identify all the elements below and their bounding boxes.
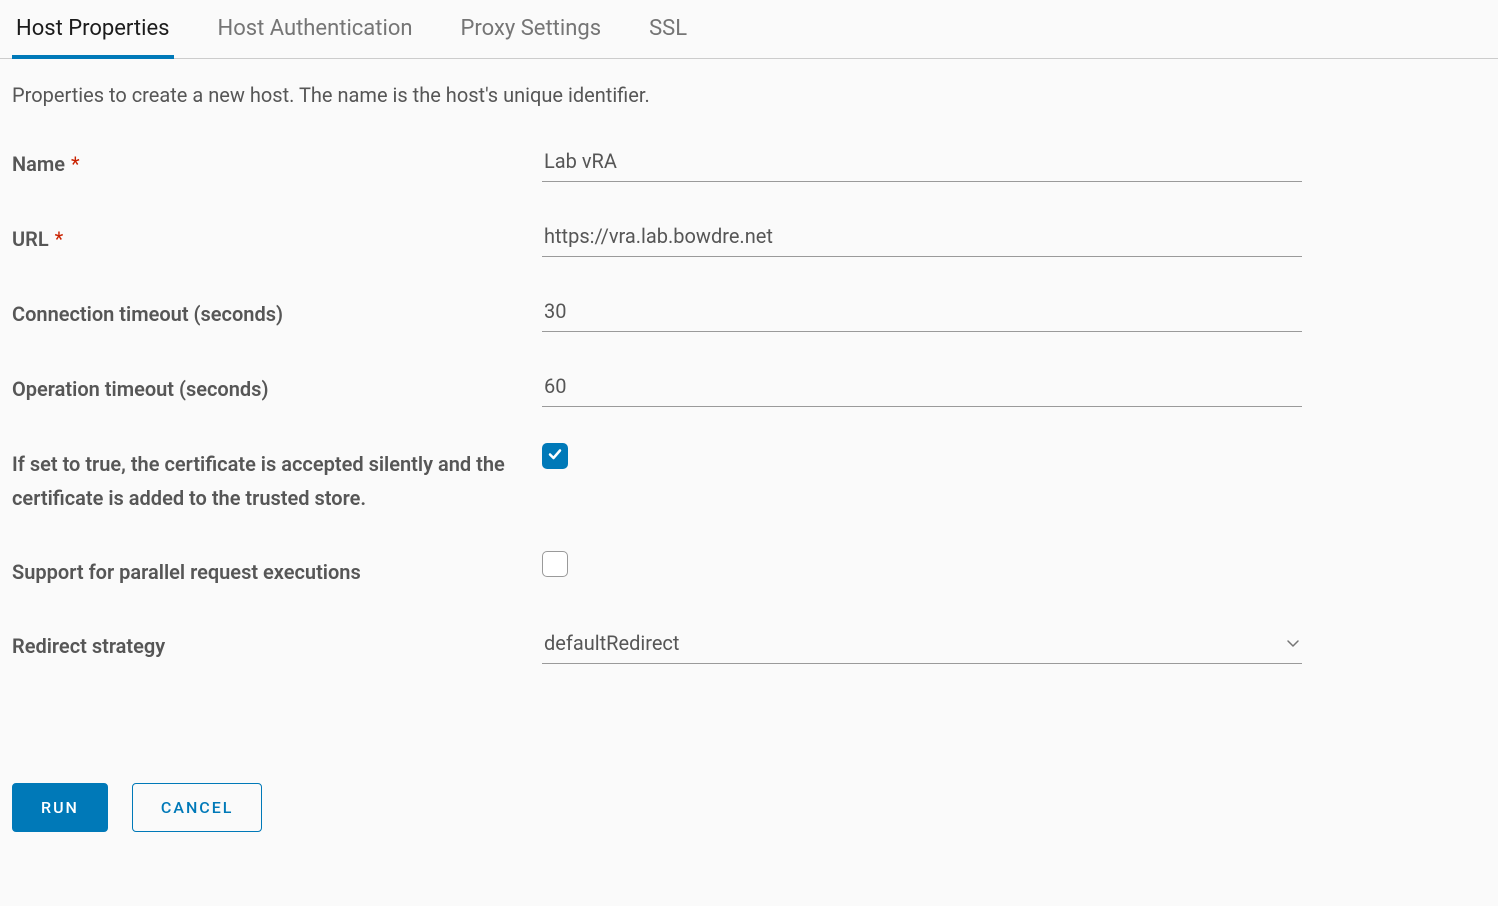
field-row-name: Name* — [12, 125, 1486, 200]
field-label-url: URL* — [12, 218, 542, 256]
field-label-operation-timeout: Operation timeout (seconds) — [12, 368, 542, 406]
field-row-connection-timeout: Connection timeout (seconds) — [12, 275, 1486, 350]
host-properties-form: Name* URL* Connection timeout (seconds) … — [0, 115, 1498, 692]
parallel-requests-checkbox[interactable] — [542, 551, 568, 577]
accept-cert-checkbox[interactable] — [542, 443, 568, 469]
operation-timeout-input[interactable] — [542, 368, 1302, 407]
field-label-connection-timeout: Connection timeout (seconds) — [12, 293, 542, 331]
field-row-parallel-requests: Support for parallel request executions — [12, 533, 1486, 607]
connection-timeout-input[interactable] — [542, 293, 1302, 332]
redirect-strategy-select[interactable]: defaultRedirect — [542, 625, 1302, 664]
page-description: Properties to create a new host. The nam… — [0, 59, 1498, 115]
field-row-redirect-strategy: Redirect strategy defaultRedirect — [12, 607, 1486, 682]
tab-bar: Host Properties Host Authentication Prox… — [0, 0, 1498, 59]
field-label-name: Name* — [12, 143, 542, 181]
field-row-url: URL* — [12, 200, 1486, 275]
field-label-parallel-requests: Support for parallel request executions — [12, 551, 542, 589]
run-button[interactable]: RUN — [12, 783, 108, 832]
field-label-accept-cert: If set to true, the certificate is accep… — [12, 443, 542, 515]
field-label-redirect-strategy: Redirect strategy — [12, 625, 542, 663]
chevron-down-icon — [1286, 636, 1300, 650]
tab-ssl[interactable]: SSL — [645, 0, 691, 59]
required-asterisk: * — [71, 152, 80, 176]
tab-host-authentication[interactable]: Host Authentication — [214, 0, 417, 59]
tab-host-properties[interactable]: Host Properties — [12, 0, 174, 59]
tab-proxy-settings[interactable]: Proxy Settings — [457, 0, 606, 59]
name-input[interactable] — [542, 143, 1302, 182]
button-bar: RUN CANCEL — [12, 783, 262, 832]
field-row-accept-cert: If set to true, the certificate is accep… — [12, 425, 1486, 533]
redirect-strategy-value: defaultRedirect — [544, 631, 679, 655]
field-row-operation-timeout: Operation timeout (seconds) — [12, 350, 1486, 425]
cancel-button[interactable]: CANCEL — [132, 783, 263, 832]
url-input[interactable] — [542, 218, 1302, 257]
required-asterisk: * — [55, 227, 64, 251]
checkmark-icon — [547, 446, 563, 466]
